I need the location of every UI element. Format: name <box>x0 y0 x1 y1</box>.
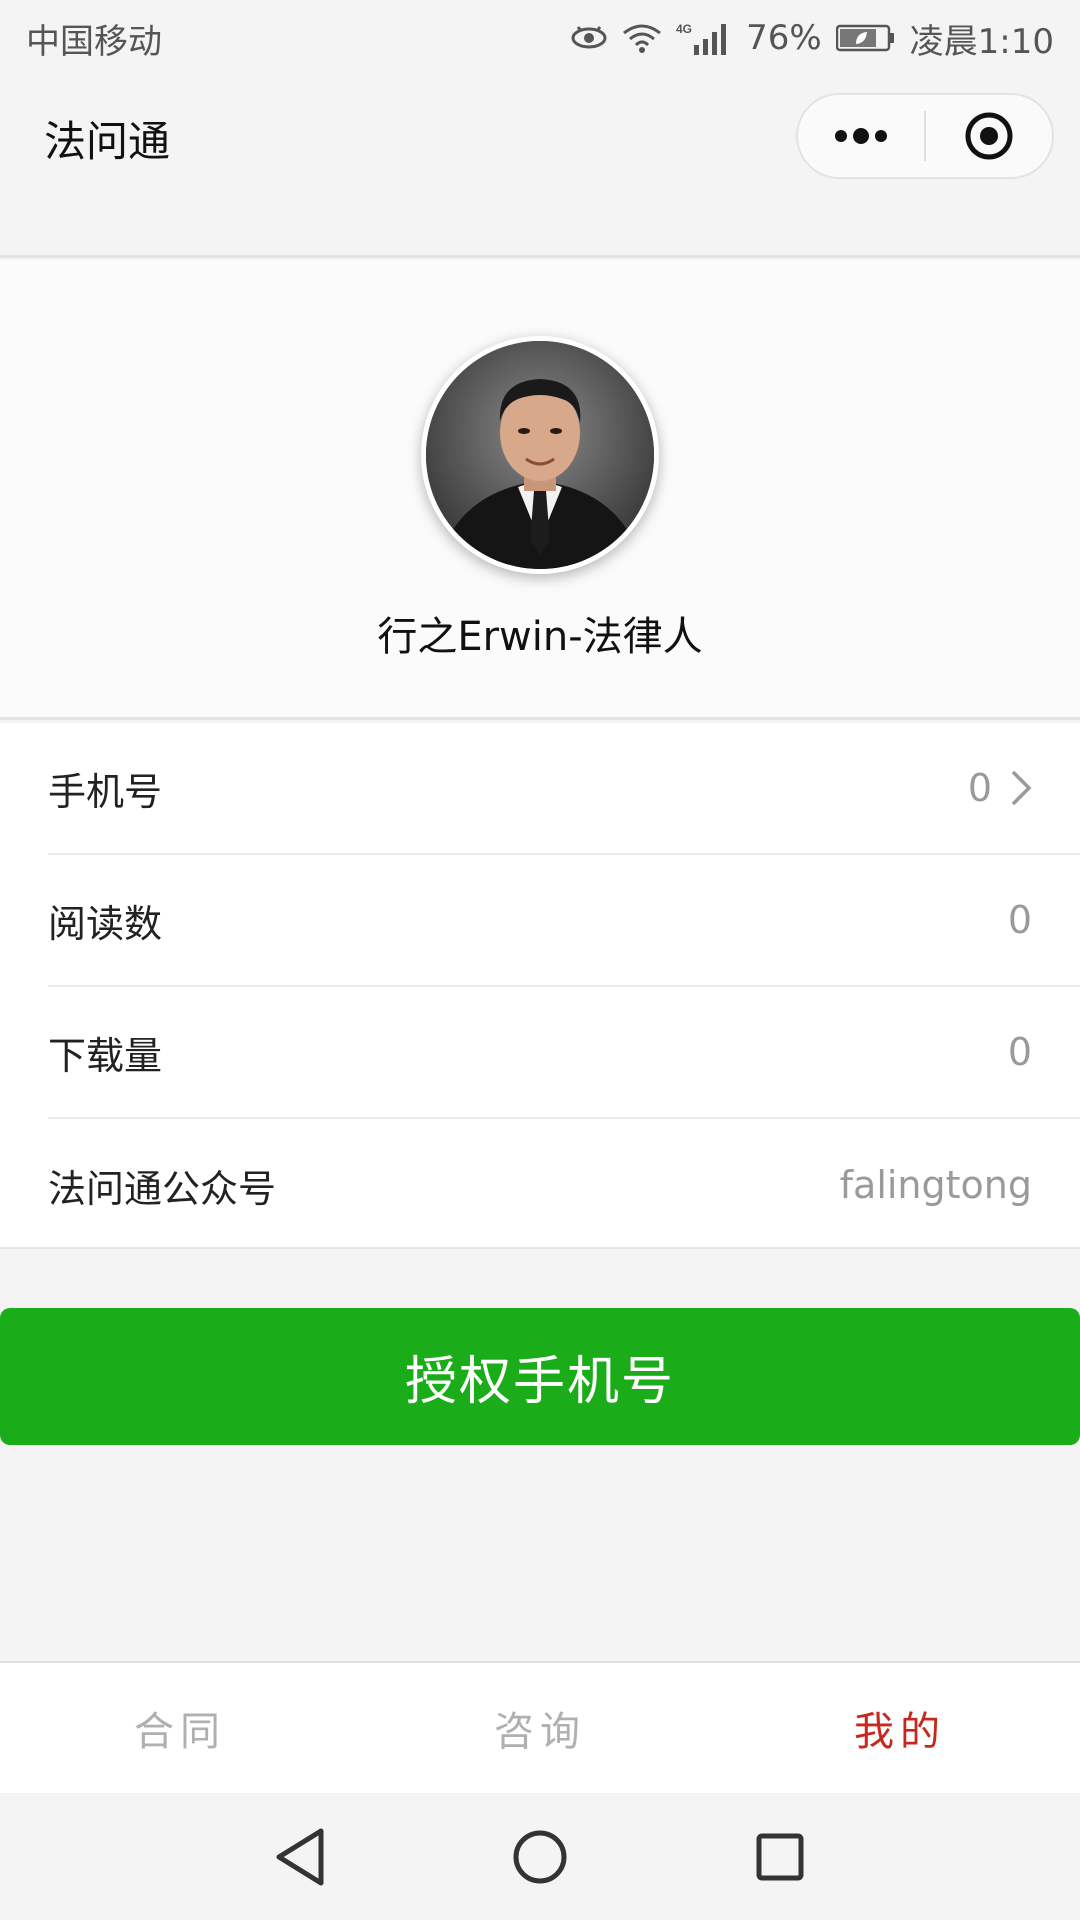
list-item-phone[interactable]: 手机号 0 <box>48 723 1080 855</box>
status-icons: 4G 76% 凌晨1:10 <box>570 14 1054 63</box>
home-circle-icon <box>513 1830 567 1883</box>
tab-mine[interactable]: 我的 <box>720 1663 1080 1793</box>
list-item-official-account: 法问通公众号 falingtong <box>48 1119 1080 1251</box>
list-item-downloads: 下载量 0 <box>48 987 1080 1119</box>
home-button[interactable] <box>495 1812 585 1902</box>
list-item-value: 0 <box>968 766 1032 810</box>
back-button[interactable] <box>255 1812 345 1902</box>
close-button[interactable] <box>926 95 1052 177</box>
battery-icon <box>835 24 896 52</box>
carrier-label: 中国移动 <box>26 21 162 62</box>
profile-name: 行之Erwin-法律人 <box>377 614 703 660</box>
list-item-label: 手机号 <box>48 769 163 814</box>
more-dots-icon <box>835 128 887 144</box>
official-account-value: falingtong <box>839 1163 1032 1207</box>
more-button[interactable] <box>798 95 924 177</box>
signal-4g-icon: 4G <box>676 21 732 55</box>
list-item-label: 阅读数 <box>48 901 163 946</box>
tab-contracts[interactable]: 合同 <box>0 1663 360 1793</box>
tab-bar: 合同 咨询 我的 <box>0 1661 1080 1793</box>
profile-section: 行之Erwin-法律人 <box>0 260 1080 720</box>
info-list: 手机号 0 阅读数 0 下载量 0 法问通公众号 falingtong <box>0 723 1080 1249</box>
downloads-value: 0 <box>1007 1030 1032 1074</box>
target-circle-icon <box>965 112 1013 160</box>
status-bar: 中国移动 4G 76% 凌晨1:10 <box>0 0 1080 76</box>
page-title: 法问通 <box>44 117 171 166</box>
system-nav-bar <box>0 1793 1080 1920</box>
svg-text:4G: 4G <box>676 22 692 36</box>
tab-consult[interactable]: 咨询 <box>360 1663 720 1793</box>
wifi-icon <box>622 23 662 53</box>
mini-program-capsule <box>796 93 1054 179</box>
recents-square-icon <box>756 1833 804 1880</box>
eye-icon <box>570 25 608 51</box>
screen: 中国移动 4G 76% 凌晨1:10 法问通 行之Erwin-法律人 手机号 0… <box>0 0 1080 1920</box>
chevron-right-icon <box>1011 770 1032 806</box>
avatar[interactable] <box>421 336 659 574</box>
authorize-phone-button[interactable]: 授权手机号 <box>0 1308 1080 1445</box>
nav-bar: 法问通 <box>0 76 1080 258</box>
back-triangle-icon <box>276 1828 324 1885</box>
list-item-reads: 阅读数 0 <box>48 855 1080 987</box>
reads-value: 0 <box>1007 898 1032 942</box>
phone-value: 0 <box>967 766 992 810</box>
list-item-label: 下载量 <box>48 1033 163 1078</box>
clock: 凌晨1:10 <box>909 21 1054 62</box>
list-item-label: 法问通公众号 <box>48 1166 277 1211</box>
battery-percent: 76% <box>746 18 822 58</box>
recents-button[interactable] <box>735 1812 825 1902</box>
